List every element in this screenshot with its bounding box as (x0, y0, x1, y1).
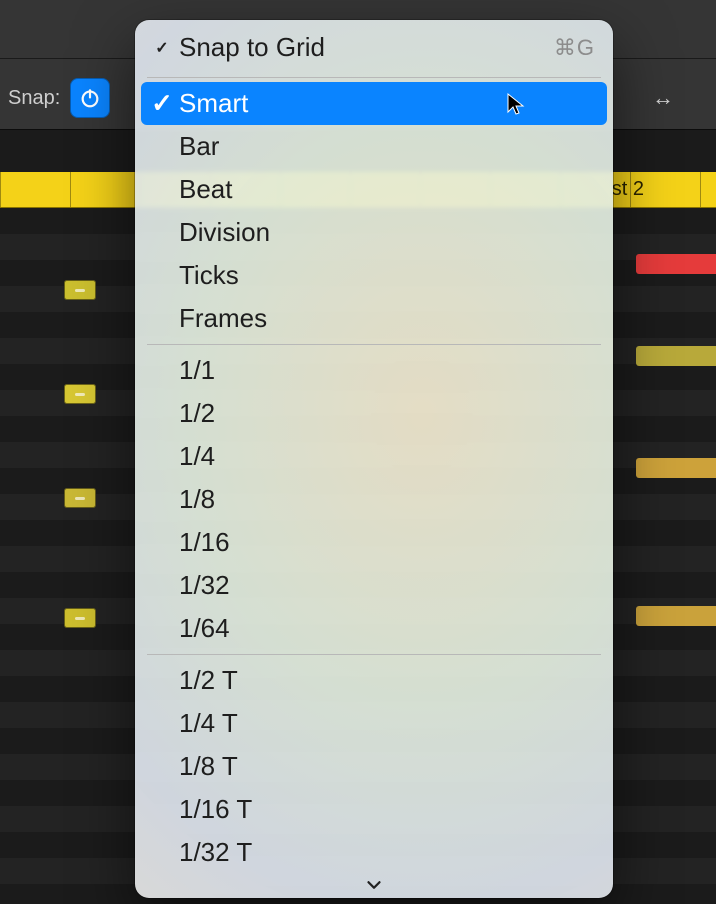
menu-item-label: 1/4 (179, 441, 215, 472)
menu-item-label: 1/8 (179, 484, 215, 515)
snap-menu-popover[interactable]: ✓ Snap to Grid ⌘G ✓Smart✓Bar✓Beat✓Divisi… (135, 20, 613, 898)
menu-item-label: 1/8 T (179, 751, 238, 782)
region-handle-icon (75, 617, 85, 620)
menu-item-label: 1/4 T (179, 708, 238, 739)
menu-shortcut: ⌘G (554, 35, 595, 61)
menu-item-label: 1/32 T (179, 837, 252, 868)
menu-item[interactable]: ✓1/2 T (135, 659, 613, 702)
region-chip[interactable] (64, 608, 96, 628)
menu-separator (147, 654, 601, 655)
power-icon (79, 87, 101, 109)
menu-item-label: 1/2 (179, 398, 215, 429)
menu-item-label: 1/1 (179, 355, 215, 386)
horizontal-arrows-icon: ↔ (652, 85, 674, 111)
menu-item-label: 1/16 (179, 527, 230, 558)
region-chip[interactable] (636, 346, 716, 366)
menu-body: ✓ Smart ✓Bar✓Beat✓Division✓Ticks✓Frames ✓1/… (135, 82, 613, 874)
menu-header: ✓ Snap to Grid ⌘G (135, 24, 613, 73)
check-icon: ✓ (153, 88, 171, 119)
region-chip[interactable] (64, 384, 96, 404)
menu-item[interactable]: ✓1/8 (135, 478, 613, 521)
menu-item[interactable]: ✓1/16 (135, 521, 613, 564)
menu-item-label: 1/32 (179, 570, 230, 601)
region-chip[interactable] (636, 254, 716, 274)
menu-item-label: Bar (179, 131, 219, 162)
menu-item[interactable]: ✓Frames (135, 297, 613, 340)
region-chip[interactable] (64, 280, 96, 300)
menu-item[interactable]: ✓ Smart (141, 82, 607, 125)
region-chip[interactable] (636, 606, 716, 626)
menu-item-label: Frames (179, 303, 267, 334)
check-icon: ✓ (153, 38, 171, 58)
snap-power-button[interactable] (70, 78, 110, 118)
menu-item[interactable]: ✓1/2 (135, 392, 613, 435)
app-root: Snap: ↔ st 2 ✓ Snap to Grid (0, 0, 716, 904)
region-handle-icon (75, 393, 85, 396)
menu-item-label: 1/16 T (179, 794, 252, 825)
snap-label: Snap: (8, 87, 60, 110)
horizontal-tool-button[interactable]: ↔ (642, 78, 710, 118)
region-handle-icon (75, 497, 85, 500)
menu-item[interactable]: ✓1/64 (135, 607, 613, 650)
ruler-marker-label: st 2 (612, 178, 644, 201)
menu-item-label: Beat (179, 174, 233, 205)
region-chip[interactable] (636, 458, 716, 478)
menu-item-label: 1/2 T (179, 665, 238, 696)
snap-control: Snap: (8, 78, 110, 118)
menu-item[interactable]: ✓1/32 T (135, 831, 613, 874)
menu-title[interactable]: Snap to Grid (179, 32, 325, 63)
menu-item-label: Ticks (179, 260, 239, 291)
menu-separator (147, 77, 601, 78)
menu-item[interactable]: ✓Division (135, 211, 613, 254)
menu-item[interactable]: ✓Beat (135, 168, 613, 211)
menu-separator (147, 344, 601, 345)
menu-item[interactable]: ✓1/32 (135, 564, 613, 607)
menu-item[interactable]: ✓1/1 (135, 349, 613, 392)
menu-item-label: Division (179, 217, 270, 248)
menu-item-label: Smart (179, 88, 248, 119)
menu-item[interactable]: ✓1/4 (135, 435, 613, 478)
menu-item[interactable]: ✓1/8 T (135, 745, 613, 788)
menu-item[interactable]: ✓1/4 T (135, 702, 613, 745)
region-handle-icon (75, 289, 85, 292)
menu-item-label: 1/64 (179, 613, 230, 644)
region-chip[interactable] (64, 488, 96, 508)
menu-scroll-indicator[interactable] (135, 874, 613, 896)
chevron-down-icon (363, 874, 385, 896)
menu-item[interactable]: ✓1/16 T (135, 788, 613, 831)
menu-item[interactable]: ✓Ticks (135, 254, 613, 297)
menu-item[interactable]: ✓Bar (135, 125, 613, 168)
